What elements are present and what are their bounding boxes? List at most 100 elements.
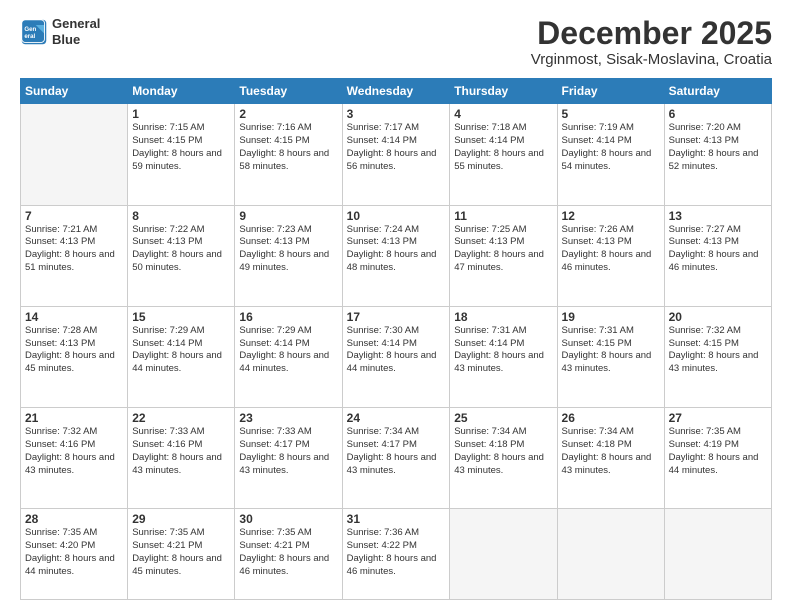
day-info: Sunrise: 7:18 AMSunset: 4:14 PMDaylight:…: [454, 122, 552, 173]
day-number: 29: [132, 512, 230, 526]
day-number: 2: [239, 107, 337, 121]
day-number: 11: [454, 209, 552, 223]
day-info: Sunrise: 7:23 AMSunset: 4:13 PMDaylight:…: [239, 224, 337, 275]
day-number: 28: [25, 512, 123, 526]
calendar-cell: 24Sunrise: 7:34 AMSunset: 4:17 PMDayligh…: [342, 408, 450, 509]
weekday-header-friday: Friday: [557, 79, 664, 104]
day-number: 8: [132, 209, 230, 223]
day-number: 10: [347, 209, 446, 223]
weekday-header-saturday: Saturday: [664, 79, 771, 104]
day-number: 25: [454, 411, 552, 425]
day-number: 15: [132, 310, 230, 324]
calendar-cell: 21Sunrise: 7:32 AMSunset: 4:16 PMDayligh…: [21, 408, 128, 509]
day-info: Sunrise: 7:19 AMSunset: 4:14 PMDaylight:…: [562, 122, 660, 173]
day-info: Sunrise: 7:35 AMSunset: 4:20 PMDaylight:…: [25, 527, 123, 578]
calendar-cell: 29Sunrise: 7:35 AMSunset: 4:21 PMDayligh…: [128, 509, 235, 600]
calendar-table: SundayMondayTuesdayWednesdayThursdayFrid…: [20, 78, 772, 600]
week-row-4: 21Sunrise: 7:32 AMSunset: 4:16 PMDayligh…: [21, 408, 772, 509]
calendar-cell: 14Sunrise: 7:28 AMSunset: 4:13 PMDayligh…: [21, 306, 128, 407]
day-number: 4: [454, 107, 552, 121]
calendar-cell: 23Sunrise: 7:33 AMSunset: 4:17 PMDayligh…: [235, 408, 342, 509]
calendar-cell: [21, 104, 128, 205]
logo-icon: Gen eral: [20, 18, 48, 46]
calendar-cell: 16Sunrise: 7:29 AMSunset: 4:14 PMDayligh…: [235, 306, 342, 407]
day-number: 22: [132, 411, 230, 425]
day-info: Sunrise: 7:35 AMSunset: 4:21 PMDaylight:…: [239, 527, 337, 578]
calendar-cell: 27Sunrise: 7:35 AMSunset: 4:19 PMDayligh…: [664, 408, 771, 509]
day-info: Sunrise: 7:32 AMSunset: 4:15 PMDaylight:…: [669, 325, 767, 376]
day-info: Sunrise: 7:31 AMSunset: 4:14 PMDaylight:…: [454, 325, 552, 376]
day-number: 5: [562, 107, 660, 121]
day-info: Sunrise: 7:31 AMSunset: 4:15 PMDaylight:…: [562, 325, 660, 376]
week-row-2: 7Sunrise: 7:21 AMSunset: 4:13 PMDaylight…: [21, 205, 772, 306]
day-number: 23: [239, 411, 337, 425]
day-number: 1: [132, 107, 230, 121]
logo-line2: Blue: [52, 32, 100, 48]
day-info: Sunrise: 7:22 AMSunset: 4:13 PMDaylight:…: [132, 224, 230, 275]
calendar-cell: 19Sunrise: 7:31 AMSunset: 4:15 PMDayligh…: [557, 306, 664, 407]
calendar-cell: 18Sunrise: 7:31 AMSunset: 4:14 PMDayligh…: [450, 306, 557, 407]
calendar-cell: 1Sunrise: 7:15 AMSunset: 4:15 PMDaylight…: [128, 104, 235, 205]
day-number: 16: [239, 310, 337, 324]
calendar-cell: 4Sunrise: 7:18 AMSunset: 4:14 PMDaylight…: [450, 104, 557, 205]
logo: Gen eral General Blue: [20, 16, 100, 47]
day-info: Sunrise: 7:29 AMSunset: 4:14 PMDaylight:…: [239, 325, 337, 376]
day-info: Sunrise: 7:35 AMSunset: 4:21 PMDaylight:…: [132, 527, 230, 578]
day-number: 20: [669, 310, 767, 324]
day-info: Sunrise: 7:34 AMSunset: 4:17 PMDaylight:…: [347, 426, 446, 477]
calendar-cell: 20Sunrise: 7:32 AMSunset: 4:15 PMDayligh…: [664, 306, 771, 407]
calendar-cell: 30Sunrise: 7:35 AMSunset: 4:21 PMDayligh…: [235, 509, 342, 600]
day-info: Sunrise: 7:34 AMSunset: 4:18 PMDaylight:…: [454, 426, 552, 477]
svg-text:Gen: Gen: [24, 26, 36, 33]
day-number: 14: [25, 310, 123, 324]
page: Gen eral General Blue December 2025 Vrgi…: [0, 0, 792, 612]
day-number: 30: [239, 512, 337, 526]
day-info: Sunrise: 7:28 AMSunset: 4:13 PMDaylight:…: [25, 325, 123, 376]
day-info: Sunrise: 7:36 AMSunset: 4:22 PMDaylight:…: [347, 527, 446, 578]
calendar-cell: 22Sunrise: 7:33 AMSunset: 4:16 PMDayligh…: [128, 408, 235, 509]
calendar-cell: [450, 509, 557, 600]
day-number: 27: [669, 411, 767, 425]
day-info: Sunrise: 7:15 AMSunset: 4:15 PMDaylight:…: [132, 122, 230, 173]
calendar-title: December 2025: [531, 16, 772, 51]
day-info: Sunrise: 7:33 AMSunset: 4:16 PMDaylight:…: [132, 426, 230, 477]
calendar-subtitle: Vrginmost, Sisak-Moslavina, Croatia: [531, 51, 772, 68]
calendar-cell: 12Sunrise: 7:26 AMSunset: 4:13 PMDayligh…: [557, 205, 664, 306]
weekday-header-monday: Monday: [128, 79, 235, 104]
week-row-1: 1Sunrise: 7:15 AMSunset: 4:15 PMDaylight…: [21, 104, 772, 205]
day-info: Sunrise: 7:33 AMSunset: 4:17 PMDaylight:…: [239, 426, 337, 477]
day-info: Sunrise: 7:26 AMSunset: 4:13 PMDaylight:…: [562, 224, 660, 275]
day-number: 6: [669, 107, 767, 121]
calendar-cell: 2Sunrise: 7:16 AMSunset: 4:15 PMDaylight…: [235, 104, 342, 205]
calendar-cell: 7Sunrise: 7:21 AMSunset: 4:13 PMDaylight…: [21, 205, 128, 306]
calendar-cell: 13Sunrise: 7:27 AMSunset: 4:13 PMDayligh…: [664, 205, 771, 306]
day-number: 31: [347, 512, 446, 526]
day-number: 18: [454, 310, 552, 324]
calendar-cell: 8Sunrise: 7:22 AMSunset: 4:13 PMDaylight…: [128, 205, 235, 306]
day-number: 24: [347, 411, 446, 425]
day-number: 7: [25, 209, 123, 223]
calendar-cell: 17Sunrise: 7:30 AMSunset: 4:14 PMDayligh…: [342, 306, 450, 407]
day-info: Sunrise: 7:25 AMSunset: 4:13 PMDaylight:…: [454, 224, 552, 275]
svg-text:eral: eral: [24, 33, 35, 40]
day-number: 21: [25, 411, 123, 425]
weekday-header-row: SundayMondayTuesdayWednesdayThursdayFrid…: [21, 79, 772, 104]
day-number: 26: [562, 411, 660, 425]
calendar-cell: 28Sunrise: 7:35 AMSunset: 4:20 PMDayligh…: [21, 509, 128, 600]
weekday-header-wednesday: Wednesday: [342, 79, 450, 104]
calendar-cell: 6Sunrise: 7:20 AMSunset: 4:13 PMDaylight…: [664, 104, 771, 205]
weekday-header-sunday: Sunday: [21, 79, 128, 104]
day-number: 12: [562, 209, 660, 223]
calendar-cell: 26Sunrise: 7:34 AMSunset: 4:18 PMDayligh…: [557, 408, 664, 509]
day-info: Sunrise: 7:17 AMSunset: 4:14 PMDaylight:…: [347, 122, 446, 173]
calendar-cell: 15Sunrise: 7:29 AMSunset: 4:14 PMDayligh…: [128, 306, 235, 407]
weekday-header-thursday: Thursday: [450, 79, 557, 104]
calendar-cell: 5Sunrise: 7:19 AMSunset: 4:14 PMDaylight…: [557, 104, 664, 205]
logo-line1: General: [52, 16, 100, 32]
day-info: Sunrise: 7:21 AMSunset: 4:13 PMDaylight:…: [25, 224, 123, 275]
week-row-3: 14Sunrise: 7:28 AMSunset: 4:13 PMDayligh…: [21, 306, 772, 407]
day-number: 13: [669, 209, 767, 223]
calendar-cell: 10Sunrise: 7:24 AMSunset: 4:13 PMDayligh…: [342, 205, 450, 306]
weekday-header-tuesday: Tuesday: [235, 79, 342, 104]
title-block: December 2025 Vrginmost, Sisak-Moslavina…: [531, 16, 772, 68]
